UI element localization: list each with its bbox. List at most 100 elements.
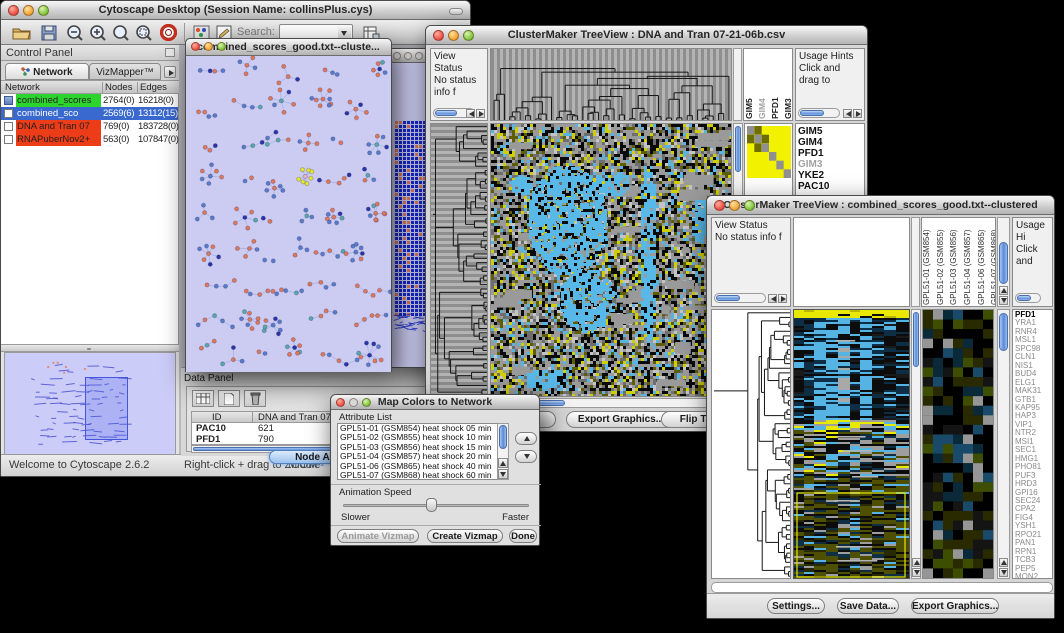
scroll-up-button[interactable] (498, 458, 508, 468)
tab-network[interactable]: Network (5, 63, 89, 80)
heatmap-canvas[interactable] (794, 310, 909, 578)
speed-slider-thumb[interactable] (426, 498, 437, 512)
scroll-right-button[interactable] (853, 109, 862, 118)
treeview2-vscrollbar[interactable] (911, 309, 921, 579)
gene-label[interactable]: PFD1 (796, 148, 864, 159)
minimize-button[interactable] (729, 200, 740, 211)
export-graphics-button[interactable]: Export Graphics... (911, 598, 999, 614)
close-button[interactable] (191, 42, 200, 51)
zoom-button[interactable] (217, 42, 226, 51)
delete-attribute-icon[interactable] (244, 390, 266, 407)
scroll-right-button[interactable] (778, 294, 787, 303)
treeview1-vscroll-thumb[interactable] (735, 126, 741, 172)
attribute-list-vscroll[interactable] (497, 423, 509, 480)
minimize-button[interactable] (204, 42, 213, 51)
new-attribute-icon[interactable] (218, 390, 240, 407)
panel-splitter[interactable] (1, 344, 179, 352)
float-panel-icon[interactable] (165, 48, 175, 57)
animate-vizmap-button[interactable]: Animate Vizmap (337, 529, 419, 543)
usage-hints-hscroll[interactable] (1015, 293, 1041, 303)
network-tree-row[interactable]: RNAPuberNov2+ 563(0) 107847(0) (1, 133, 178, 146)
zoom-selected-icon[interactable] (132, 22, 156, 43)
close-button[interactable] (336, 398, 345, 407)
treeview1-row-dendrogram[interactable] (430, 123, 488, 397)
row-dendrogram-canvas[interactable] (712, 310, 790, 578)
gene-label[interactable]: MON2 (1013, 573, 1052, 579)
minimize-button[interactable] (404, 52, 412, 60)
open-session-button[interactable] (9, 22, 33, 43)
minimize-button[interactable] (23, 5, 34, 16)
scroll-up-button[interactable] (912, 558, 921, 567)
zoom-heatmap-canvas[interactable] (923, 310, 993, 578)
scroll-left-button[interactable] (466, 109, 475, 118)
treeview1-top-scroll-strip[interactable] (733, 48, 742, 121)
network-tree-row[interactable]: combined_sco 2569(6) 13112(15) (1, 107, 178, 120)
usage-hints-hscroll[interactable] (798, 108, 840, 118)
treeview2-labels-vscroll[interactable] (997, 217, 1010, 307)
zoom-vscroll-thumb[interactable] (999, 313, 1008, 351)
treeview1-column-dendrogram[interactable] (490, 48, 732, 121)
help-lifering-icon[interactable] (156, 22, 180, 43)
treeview1-title-bar[interactable]: ClusterMaker TreeView : DNA and Tran 07-… (426, 26, 867, 45)
close-button[interactable] (433, 30, 444, 41)
zoom-in-icon[interactable] (86, 22, 110, 43)
network-tree-row[interactable]: DNA and Tran 07 769(0) 183728(0) (1, 120, 178, 133)
scroll-down-button[interactable] (999, 568, 1008, 577)
treeview2-zoom-vscroll[interactable] (997, 309, 1010, 579)
treeview2-column-tree-area[interactable] (793, 217, 910, 307)
zoom-button[interactable] (744, 200, 755, 211)
move-down-button[interactable] (515, 450, 537, 463)
save-session-button[interactable] (37, 22, 61, 43)
main-title-bar[interactable]: Cytoscape Desktop (Session Name: collins… (1, 1, 470, 20)
scroll-up-button[interactable] (999, 558, 1008, 567)
zoom-button[interactable] (415, 52, 423, 60)
correlation-matrix-canvas[interactable] (747, 126, 791, 178)
gene-label[interactable]: GIM4 (796, 137, 864, 148)
network-graph-canvas[interactable] (186, 56, 391, 372)
zoom-fit-icon[interactable] (109, 22, 133, 43)
gene-label[interactable]: YKE2 (796, 170, 864, 181)
gene-label[interactable]: GIM5 (796, 126, 864, 137)
birdseye-canvas[interactable] (5, 353, 175, 455)
scroll-down-button[interactable] (999, 296, 1008, 305)
heatmap-canvas[interactable] (491, 124, 731, 396)
close-button[interactable] (714, 200, 725, 211)
treeview2-row-dendrogram[interactable] (711, 309, 791, 579)
treeview2-zoom-heatmap[interactable] (922, 309, 994, 579)
scroll-left-button[interactable] (843, 109, 852, 118)
minimize-button[interactable] (349, 398, 358, 407)
move-up-button[interactable] (515, 432, 537, 445)
close-button[interactable] (393, 52, 401, 60)
zoom-out-icon[interactable] (63, 22, 87, 43)
treeview2-vscroll-thumb[interactable] (913, 312, 919, 367)
export-graphics-button[interactable]: Export Graphics... (566, 411, 676, 428)
treeview1-heatmap[interactable] (490, 123, 732, 397)
gene-label[interactable]: PAC10 (796, 181, 864, 192)
labels-vscroll-thumb[interactable] (999, 242, 1008, 284)
gene-label[interactable]: GIM3 (796, 159, 864, 170)
minimize-button[interactable] (448, 30, 459, 41)
close-button[interactable] (8, 5, 19, 16)
treeview2-heatmap[interactable] (793, 309, 910, 579)
zoom-button[interactable] (463, 30, 474, 41)
tab-vizmapper[interactable]: VizMapper™ (89, 63, 161, 80)
scroll-down-button[interactable] (498, 469, 508, 479)
attribute-vscroll-thumb[interactable] (499, 425, 507, 449)
zoom-button[interactable] (38, 5, 49, 16)
network-tree-row[interactable]: combined_scores 2764(0) 16218(0) (1, 94, 178, 107)
scroll-down-button[interactable] (912, 568, 921, 577)
save-data-button[interactable]: Save Data... (837, 598, 899, 614)
toolbar-toggle-button[interactable] (449, 8, 463, 15)
create-vizmap-button[interactable]: Create Vizmap (427, 529, 503, 543)
attribute-list-item[interactable]: GPL51-07 (GSM868) heat shock 60 min (338, 471, 508, 480)
settings-button[interactable]: Settings... (767, 598, 825, 614)
scroll-up-button[interactable] (999, 286, 1008, 295)
scroll-left-button[interactable] (768, 294, 777, 303)
column-dendrogram-canvas[interactable] (491, 49, 731, 120)
treeview2-title-bar[interactable]: ClusterMaker TreeView : combined_scores_… (707, 196, 1054, 215)
tab-overflow-button[interactable] (164, 66, 176, 78)
treeview2-top-scroll-strip[interactable] (911, 217, 920, 307)
scroll-right-button[interactable] (476, 109, 485, 118)
row-dendrogram-canvas[interactable] (431, 124, 487, 396)
birdseye-view[interactable] (4, 352, 176, 456)
